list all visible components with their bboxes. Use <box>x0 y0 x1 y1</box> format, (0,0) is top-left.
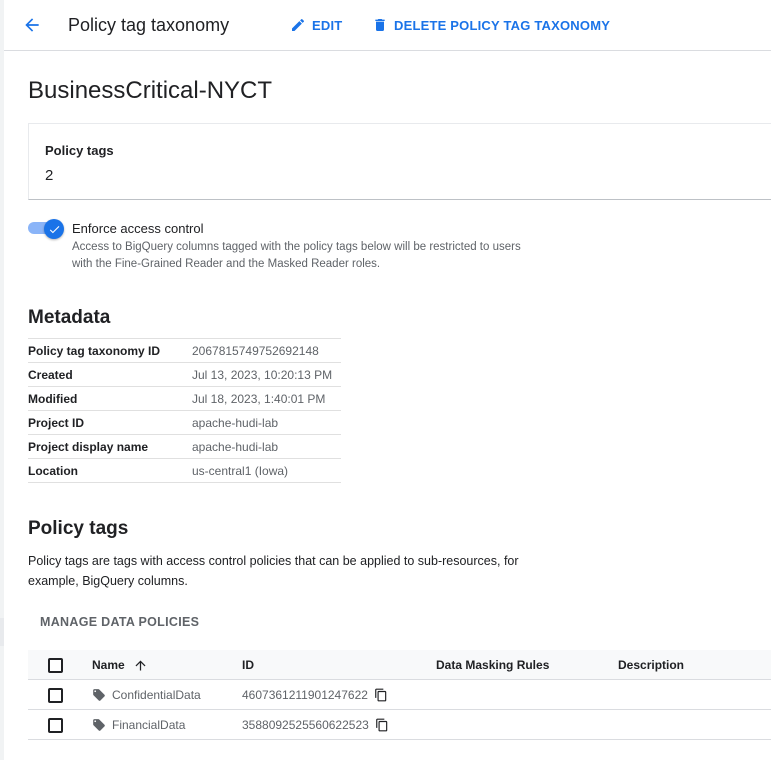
metadata-row: Policy tag taxonomy ID 20678157497526921… <box>28 338 341 363</box>
page-header: Policy tag taxonomy EDIT DELETE POLICY T… <box>4 0 771 51</box>
policy-tag-name-cell[interactable]: FinancialData <box>92 710 185 740</box>
row-checkbox[interactable] <box>48 717 63 733</box>
enforce-access-control-label: Enforce access control <box>72 221 204 236</box>
table-row: ConfidentialData 4607361211901247622 <box>28 680 771 710</box>
policy-tags-count-label: Policy tags <box>45 143 114 158</box>
column-header-name[interactable]: Name <box>92 650 148 680</box>
metadata-row: Modified Jul 18, 2023, 1:40:01 PM <box>28 386 341 411</box>
policy-tags-description: Policy tags are tags with access control… <box>28 554 519 588</box>
metadata-row: Project ID apache-hudi-lab <box>28 410 341 435</box>
metadata-value: Jul 18, 2023, 1:40:01 PM <box>192 386 341 411</box>
tag-icon <box>92 718 106 732</box>
edit-label: EDIT <box>312 17 343 33</box>
page-title: BusinessCritical-NYCT <box>28 77 273 104</box>
metadata-table: Policy tag taxonomy ID 20678157497526921… <box>28 338 341 483</box>
select-all-checkbox[interactable] <box>48 657 63 673</box>
metadata-key: Created <box>28 362 192 387</box>
sort-ascending-button[interactable] <box>133 658 148 673</box>
policy-tag-id-cell: 3588092525560622523 <box>242 710 389 740</box>
metadata-key: Location <box>28 458 192 483</box>
metadata-value: 2067815749752692148 <box>192 338 341 363</box>
policy-tags-count-value: 2 <box>45 167 54 184</box>
row-checkbox[interactable] <box>48 687 63 703</box>
table-row: FinancialData 3588092525560622523 <box>28 710 771 740</box>
table-header-row: Name ID Data Masking Rules Description <box>28 650 771 680</box>
metadata-key: Modified <box>28 386 192 411</box>
row-select-cell <box>48 680 63 710</box>
left-rail <box>0 0 4 760</box>
enforce-access-control-toggle[interactable] <box>28 219 64 239</box>
metadata-key: Policy tag taxonomy ID <box>28 338 192 363</box>
policy-tag-id: 3588092525560622523 <box>242 718 369 732</box>
delete-taxonomy-button[interactable]: DELETE POLICY TAG TAXONOMY <box>372 17 610 33</box>
header-title: Policy tag taxonomy <box>68 15 230 35</box>
back-button[interactable] <box>20 13 44 37</box>
metadata-row: Location us-central1 (Iowa) <box>28 458 341 483</box>
select-all-cell <box>48 650 63 680</box>
edit-button[interactable]: EDIT <box>290 17 342 33</box>
policy-tag-id-cell: 4607361211901247622 <box>242 680 388 710</box>
policy-tag-name[interactable]: FinancialData <box>112 718 185 732</box>
policy-tag-name[interactable]: ConfidentialData <box>112 688 201 702</box>
copy-icon[interactable] <box>374 688 388 702</box>
delete-label: DELETE POLICY TAG TAXONOMY <box>394 17 611 33</box>
metadata-row: Project display name apache-hudi-lab <box>28 434 341 459</box>
left-rail-marker <box>0 618 4 646</box>
column-header-description: Description <box>618 658 685 672</box>
enforce-access-control-description: Access to BigQuery columns tagged with t… <box>72 241 521 270</box>
edit-pencil-icon <box>292 18 305 31</box>
metadata-value: Jul 13, 2023, 10:20:13 PM <box>192 362 341 387</box>
trash-icon <box>375 19 385 31</box>
check-icon <box>49 225 59 233</box>
arrow-back-icon <box>25 18 39 32</box>
column-name-label: Name <box>92 658 125 672</box>
row-select-cell <box>48 710 63 740</box>
policy-tag-id: 4607361211901247622 <box>242 688 368 702</box>
manage-data-policies-button[interactable]: MANAGE DATA POLICIES <box>40 615 199 629</box>
metadata-heading: Metadata <box>28 307 111 328</box>
metadata-value: apache-hudi-lab <box>192 434 341 459</box>
metadata-row: Created Jul 13, 2023, 10:20:13 PM <box>28 362 341 387</box>
metadata-value: apache-hudi-lab <box>192 410 341 435</box>
tag-icon <box>92 688 106 702</box>
policy-tag-name-cell[interactable]: ConfidentialData <box>92 680 201 710</box>
column-header-masking-rules: Data Masking Rules <box>436 658 550 672</box>
copy-icon[interactable] <box>375 718 389 732</box>
metadata-key: Project ID <box>28 410 192 435</box>
policy-tags-count-card: Policy tags 2 <box>28 123 771 200</box>
column-header-id: ID <box>242 658 254 672</box>
metadata-value: us-central1 (Iowa) <box>192 458 341 483</box>
arrow-up-icon <box>135 660 146 670</box>
toggle-thumb <box>44 219 64 239</box>
policy-tags-heading: Policy tags <box>28 518 129 539</box>
metadata-key: Project display name <box>28 434 192 459</box>
